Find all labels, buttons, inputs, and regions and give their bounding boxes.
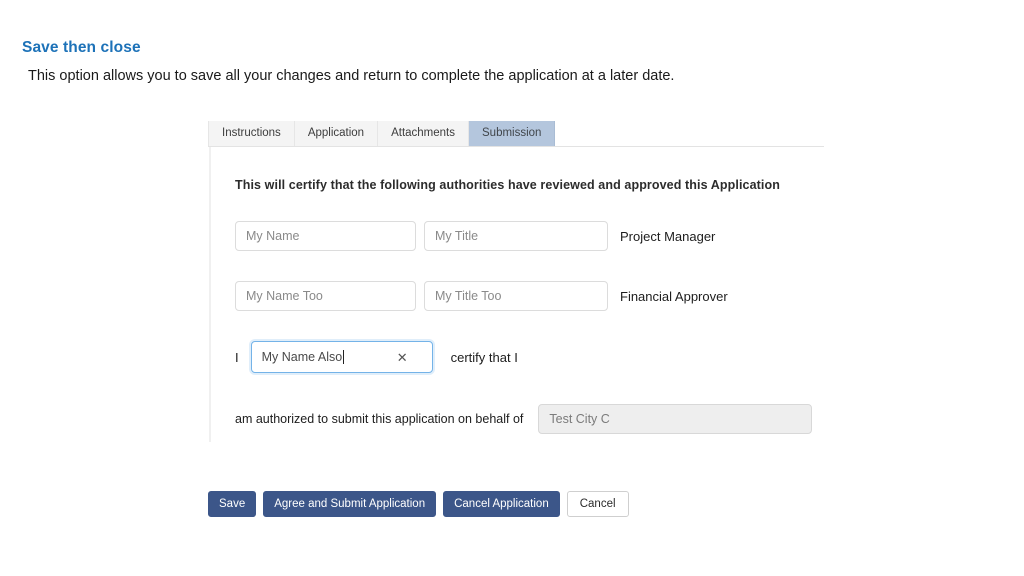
approver-row-financial-approver: My Name Too My Title Too Financial Appro… <box>235 281 824 311</box>
text-caret <box>343 350 345 364</box>
certify-heading: This will certify that the following aut… <box>235 178 780 192</box>
agree-and-submit-application-button[interactable]: Agree and Submit Application <box>263 491 437 517</box>
certify-prefix-label: I <box>235 349 239 365</box>
certifier-name-field: My Name Also ✕ <box>250 341 433 373</box>
certify-suffix-label: certify that I <box>450 349 518 365</box>
cancel-application-button[interactable]: Cancel Application <box>443 491 560 517</box>
close-icon[interactable]: ✕ <box>391 351 422 364</box>
financial-approver-role-label: Financial Approver <box>620 288 728 304</box>
project-manager-role-label: Project Manager <box>620 228 716 244</box>
cancel-button[interactable]: Cancel <box>566 491 629 517</box>
page-subtitle: This option allows you to save all your … <box>28 68 675 84</box>
certifier-name-value: My Name Also <box>261 350 343 364</box>
form-action-bar: Save Agree and Submit Application Cancel… <box>208 491 636 517</box>
project-manager-name-input[interactable]: My Name <box>235 221 416 251</box>
project-manager-title-input[interactable]: My Title <box>424 221 608 251</box>
financial-approver-name-input[interactable]: My Name Too <box>235 281 416 311</box>
financial-approver-title-input[interactable]: My Title Too <box>424 281 608 311</box>
slide-intro: Save then close This option allows you t… <box>22 38 982 86</box>
behalf-row: am authorized to submit this application… <box>235 404 824 434</box>
submission-panel: This will certify that the following aut… <box>209 147 824 442</box>
certifier-name-input[interactable]: My Name Also ✕ <box>250 341 433 373</box>
application-window: Instructions Application Attachments Sub… <box>208 120 824 442</box>
tab-submission[interactable]: Submission <box>469 121 556 146</box>
organization-field: Test City C <box>538 404 813 434</box>
tab-strip: Instructions Application Attachments Sub… <box>208 120 824 147</box>
approver-row-project-manager: My Name My Title Project Manager <box>235 221 824 251</box>
tab-application[interactable]: Application <box>294 121 379 146</box>
save-button[interactable]: Save <box>208 491 257 517</box>
certify-row: I My Name Also ✕ certify that I <box>235 341 824 373</box>
tab-attachments[interactable]: Attachments <box>378 121 469 146</box>
tab-instructions[interactable]: Instructions <box>208 121 295 146</box>
page-title: Save then close <box>22 39 141 56</box>
behalf-of-label: am authorized to submit this application… <box>235 412 524 426</box>
